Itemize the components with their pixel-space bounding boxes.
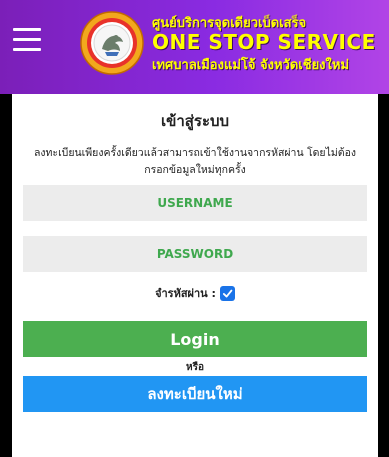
login-description: ลงทะเบียนเพียงครั้งเดียวแล้วสามารถเข้าใช… — [33, 147, 357, 176]
hamburger-menu-icon[interactable] — [13, 27, 41, 53]
app-header: ศูนย์บริการจุดเดียวเบ็ดเสร็จ ONE STOP SE… — [0, 0, 389, 94]
municipality-seal-logo — [80, 11, 144, 75]
login-panel: เข้าสู่ระบบ ลงทะเบียนเพียงครั้งเดียวแล้ว… — [12, 94, 378, 457]
checkmark-icon — [222, 289, 233, 297]
remember-password-checkbox[interactable] — [219, 285, 235, 301]
or-separator: หรือ — [186, 362, 204, 373]
remember-password-label: จำรหัสผ่าน : — [155, 287, 216, 300]
password-input[interactable] — [23, 236, 367, 272]
remember-password-row: จำรหัสผ่าน : — [12, 284, 378, 302]
username-input[interactable] — [23, 185, 367, 221]
register-button[interactable]: ลงทะเบียนใหม่ — [23, 376, 367, 412]
page-title: เข้าสู่ระบบ — [160, 112, 230, 130]
header-line-3: เทศบาลเมืองแม่โจ้ จังหวัดเชียงใหม่ — [152, 58, 350, 73]
login-button[interactable]: Login — [23, 321, 367, 357]
header-line-2: ONE STOP SERVICE — [152, 30, 376, 54]
